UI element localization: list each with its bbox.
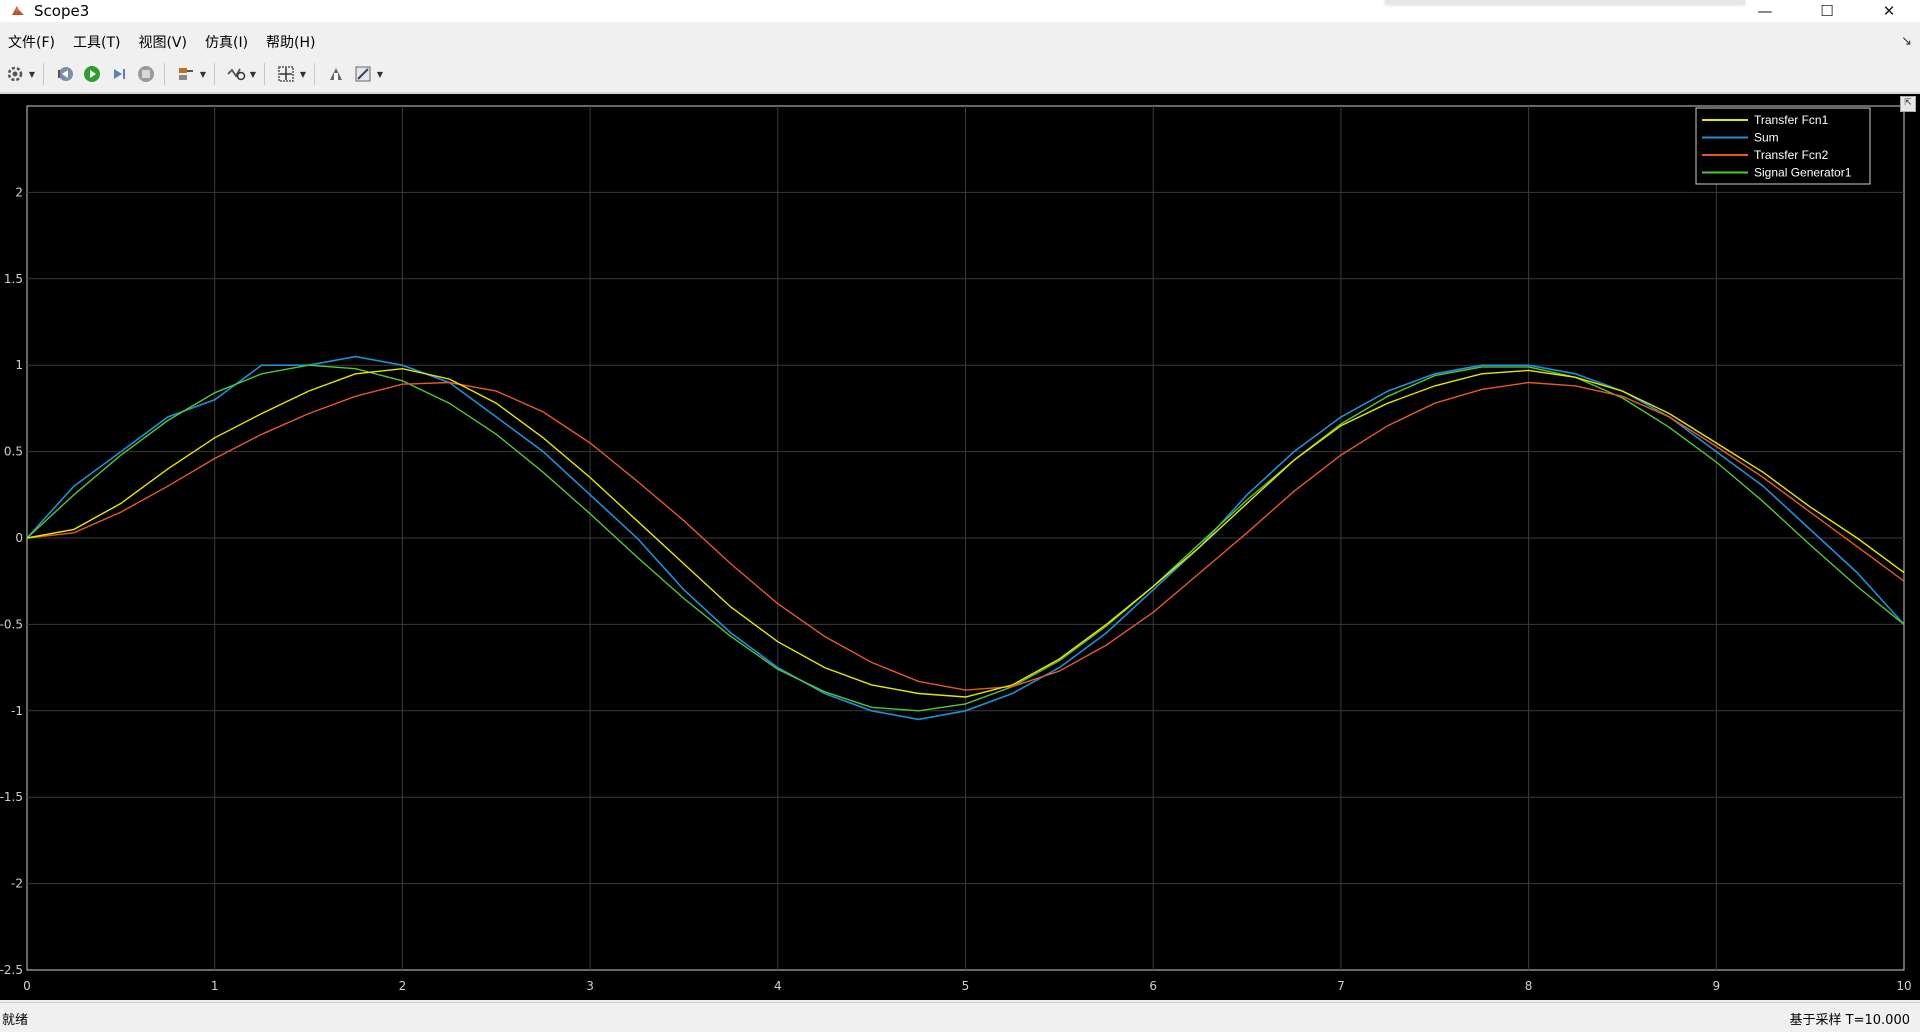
y-tick-label: 2 — [15, 185, 23, 199]
y-tick-label: -1 — [11, 704, 23, 718]
settings-icon[interactable] — [3, 62, 27, 86]
y-tick-label: -0.5 — [0, 617, 23, 631]
x-tick-label: 0 — [23, 979, 31, 993]
status-sample-info: 基于采样 T=10.000 — [1789, 1013, 1910, 1028]
y-tick-label: -1.5 — [0, 790, 23, 804]
menu-tools[interactable]: 工具(T) — [73, 32, 120, 52]
scope-plot[interactable]: 0 1 2 3 4 5 6 7 8 9 10 2 1.5 1 0.5 0 -0.5 -1 -1.5 -2 -2.5 Tr… — [0, 94, 1920, 1000]
toolbar-separator — [164, 63, 165, 85]
menu-help[interactable]: 帮助(H) — [266, 32, 315, 52]
menu-bar: 文件(F) 工具(T) 视图(V) 仿真(I) 帮助(H) ↘ — [0, 30, 1920, 54]
highlight-dropdown-icon[interactable]: ▼ — [198, 62, 208, 86]
run-icon[interactable] — [80, 62, 104, 86]
window-controls: — ☐ ✕ — [1734, 0, 1920, 22]
legend-label[interactable]: Signal Generator1 — [1754, 166, 1852, 180]
legend-label[interactable]: Transfer Fcn1 — [1754, 113, 1829, 127]
x-tick-label: 2 — [399, 979, 407, 993]
legend-label[interactable]: Transfer Fcn2 — [1754, 148, 1829, 162]
x-tick-label: 4 — [774, 979, 782, 993]
matlab-icon — [12, 6, 24, 15]
step-forward-icon[interactable] — [107, 62, 131, 86]
x-tick-label: 5 — [962, 979, 970, 993]
toolbar: ▼ ▼ ▼ ▼ ▼ — [0, 58, 1920, 90]
menu-view[interactable]: 视图(V) — [138, 32, 187, 52]
y-tick-label: 1 — [15, 358, 23, 372]
maximize-button[interactable]: ☐ — [1796, 0, 1858, 22]
y-tick-label: 1.5 — [4, 272, 23, 286]
toolbar-separator — [43, 63, 44, 85]
status-bar: 就绪 基于采样 T=10.000 — [0, 1002, 1920, 1032]
window-title: Scope3 — [34, 2, 90, 20]
minimize-button[interactable]: — — [1734, 0, 1796, 22]
legend-label[interactable]: Sum — [1754, 131, 1779, 145]
x-tick-label: 9 — [1712, 979, 1720, 993]
highlight-icon[interactable] — [174, 62, 198, 86]
expand-icon[interactable]: ⇱ — [1900, 96, 1916, 112]
toolbar-separator — [264, 63, 265, 85]
y-tick-label: 0.5 — [4, 445, 23, 459]
x-tick-label: 3 — [586, 979, 594, 993]
y-tick-label: -2 — [11, 877, 23, 891]
settings-dropdown-icon[interactable]: ▼ — [27, 62, 37, 86]
x-tick-label: 10 — [1896, 979, 1911, 993]
y-tick-label: 0 — [15, 531, 23, 545]
x-tick-label: 6 — [1149, 979, 1157, 993]
signal-select-icon[interactable] — [324, 62, 348, 86]
close-button[interactable]: ✕ — [1858, 0, 1920, 22]
fit-to-view-icon[interactable] — [274, 62, 298, 86]
status-ready: 就绪 — [2, 1013, 29, 1028]
edit-icon[interactable] — [351, 62, 375, 86]
fit-dropdown-icon[interactable]: ▼ — [298, 62, 308, 86]
legend[interactable]: Transfer Fcn1 Sum Transfer Fcn2 Signal Gene… — [1695, 107, 1871, 185]
title-bar: Scope3 — ☐ ✕ — [0, 0, 1920, 22]
edit-dropdown-icon[interactable]: ▼ — [375, 62, 385, 86]
x-tick-label: 7 — [1337, 979, 1345, 993]
step-back-icon[interactable] — [53, 62, 77, 86]
toolbar-separator — [214, 63, 215, 85]
menu-simulation[interactable]: 仿真(I) — [205, 32, 248, 52]
toolbar-separator — [314, 63, 315, 85]
stop-icon[interactable] — [134, 62, 158, 86]
ghost-window-shadow — [1385, 0, 1745, 4]
zoom-dropdown-icon[interactable]: ▼ — [248, 62, 258, 86]
menu-file[interactable]: 文件(F) — [8, 32, 55, 52]
y-tick-label: -2.5 — [0, 963, 23, 977]
zoom-icon[interactable] — [224, 62, 248, 86]
x-tick-label: 1 — [211, 979, 219, 993]
x-tick-label: 8 — [1525, 979, 1533, 993]
dock-arrow-icon[interactable]: ↘ — [1901, 34, 1912, 49]
